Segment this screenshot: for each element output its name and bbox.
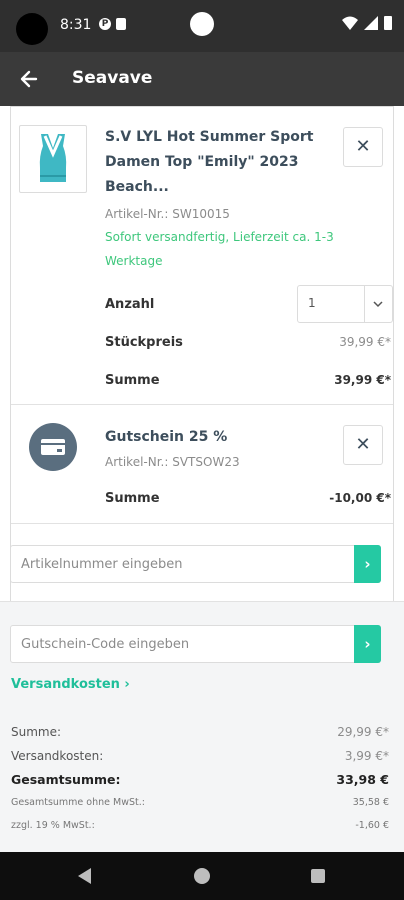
voucher-title: Gutschein 25 % [105,429,228,445]
chevron-right-icon: › [364,635,371,653]
vat-value: -1,60 € [355,820,389,831]
subtotal-value: 29,99 €* [337,725,389,739]
arrow-left-icon[interactable] [16,65,44,93]
remove-product-button[interactable]: ✕ [343,127,383,167]
product-sum-value: 39,99 €* [334,373,391,387]
sim-icon [116,18,126,30]
close-icon: ✕ [355,136,371,157]
article-number-input[interactable] [11,546,356,582]
product-image [39,134,67,182]
shipping-costs-link[interactable]: Versandkosten › [11,677,130,692]
product-sum-label: Summe [105,373,160,388]
nav-recents-icon[interactable] [311,869,325,883]
front-sensor [190,12,214,36]
camera-cutout [16,13,48,45]
unit-price-value: 39,99 €* [339,335,391,349]
subtotal-label: Summe: [11,725,62,739]
checkout-summary: › Versandkosten › Summe: 29,99 €* Versan… [0,601,404,852]
quantity-select[interactable]: 1 [297,285,393,323]
status-time: 8:31 [60,17,92,33]
voucher-icon [29,423,77,471]
shipping-value: 3,99 €* [344,749,389,763]
voucher-article-number: Artikel-Nr.: SVTSOW23 [105,455,240,469]
nav-home-icon[interactable] [194,868,210,884]
system-nav-bar [0,852,404,900]
product-thumbnail[interactable] [19,125,87,193]
chevron-down-icon [373,301,383,308]
item-divider [11,523,393,524]
cart-item-voucher: Gutschein 25 % Artikel-Nr.: SVTSOW23 ✕ S… [11,405,393,523]
signal-icon [364,16,378,30]
net-total-label: Gesamtsumme ohne MwSt.: [11,797,145,808]
product-title[interactable]: S.V LYL Hot Summer Sport Damen Top "Emil… [105,125,335,200]
redeem-voucher-button[interactable]: › [354,625,381,663]
delivery-status: Sofort versandfertig, Lieferzeit ca. 1-3… [105,230,334,268]
net-total-value: 35,58 € [352,797,389,808]
close-icon: ✕ [355,434,371,455]
quantity-value: 1 [308,296,316,310]
total-label: Gesamtsumme: [11,772,121,787]
voucher-code-field: › [10,625,381,663]
cart-panel: S.V LYL Hot Summer Sport Damen Top "Emil… [10,106,394,601]
cart-item-product: S.V LYL Hot Summer Sport Damen Top "Emil… [11,107,393,404]
page-title: Seavave [72,68,153,88]
unit-price-label: Stückpreis [105,335,183,350]
app-bar: Seavave [0,52,404,106]
voucher-sum-label: Summe [105,491,160,506]
battery-icon [384,16,392,30]
product-article-number: Artikel-Nr.: SW10015 [105,207,230,221]
wifi-icon [342,16,358,30]
cart-content[interactable]: S.V LYL Hot Summer Sport Damen Top "Emil… [0,106,404,852]
voucher-sum-value: -10,00 €* [329,491,391,505]
quantity-divider [364,286,365,322]
article-number-field: › [10,545,381,583]
quantity-label: Anzahl [105,297,155,312]
add-article-button[interactable]: › [354,545,381,583]
remove-voucher-button[interactable]: ✕ [343,425,383,465]
shipping-label: Versandkosten: [11,749,104,763]
media-icon: P [99,18,111,30]
status-bar: 8:31 P [0,0,404,52]
nav-back-icon[interactable] [78,868,91,884]
vat-label: zzgl. 19 % MwSt.: [11,820,95,831]
voucher-code-input[interactable] [11,626,356,662]
system-icons [342,16,392,30]
total-value: 33,98 € [336,772,389,787]
chevron-right-icon: › [364,555,371,573]
